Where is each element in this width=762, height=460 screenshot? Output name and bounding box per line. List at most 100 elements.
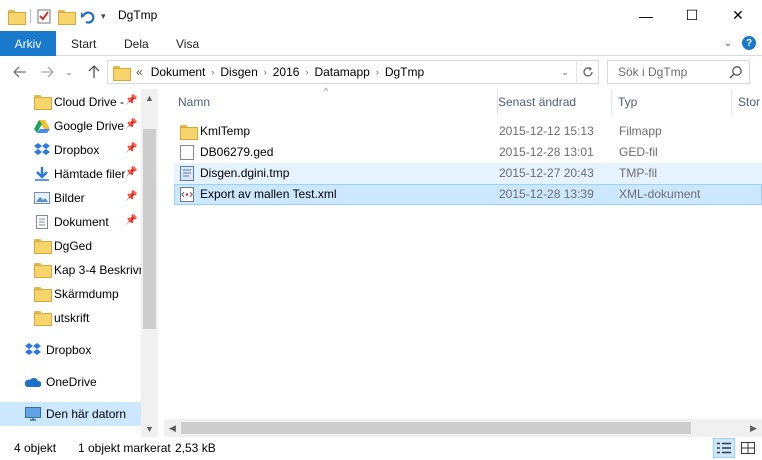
expand-ribbon-icon[interactable]: ⌄ — [721, 36, 735, 50]
table-row[interactable]: KmlTemp 2015-12-12 15:13 Filmapp — [174, 121, 762, 142]
horizontal-scrollbar[interactable]: ◀ ▶ — [164, 419, 762, 437]
breadcrumb-item[interactable]: Disgen — [216, 65, 261, 79]
sidebar-item-label: Skärmdump — [54, 287, 119, 301]
scroll-up-icon[interactable]: ▲ — [141, 89, 158, 106]
file-modified: 2015-12-27 20:43 — [499, 166, 594, 180]
new-folder-icon[interactable] — [58, 9, 76, 25]
breadcrumb-item[interactable]: DgTmp — [381, 65, 428, 79]
table-row[interactable]: DB06279.ged 2015-12-28 13:01 GED-fil — [174, 142, 762, 163]
chevron-right-icon[interactable]: › — [374, 67, 381, 77]
breadcrumb-overflow[interactable]: « — [132, 65, 147, 79]
scrollbar-thumb[interactable] — [181, 422, 691, 434]
sidebar-item-documents[interactable]: Dokument 📌 — [0, 210, 141, 234]
download-icon — [35, 167, 49, 181]
file-type: Filmapp — [619, 124, 662, 138]
sidebar-item-label: Dropbox — [46, 343, 92, 357]
address-dropdown-icon[interactable]: ⌄ — [558, 61, 572, 83]
breadcrumb: « Dokument › Disgen › 2016 › Datamapp › … — [132, 61, 428, 83]
breadcrumb-item[interactable]: Datamapp — [310, 65, 373, 79]
search-icon[interactable] — [729, 65, 743, 79]
file-name: Disgen.dgini.tmp — [200, 166, 290, 180]
help-icon[interactable]: ? — [742, 36, 756, 50]
folder-icon — [34, 95, 52, 110]
breadcrumb-item[interactable]: 2016 — [269, 65, 304, 79]
large-icons-view-icon — [741, 442, 755, 454]
large-icons-view-button[interactable] — [737, 438, 759, 458]
sidebar-item-google-drive[interactable]: Google Drive 📌 — [0, 114, 141, 138]
folder-icon — [34, 287, 52, 302]
column-type[interactable]: Typ — [612, 89, 732, 115]
sidebar-item-kap-3-4[interactable]: Kap 3-4 Beskrivn — [0, 258, 141, 282]
sidebar-item-pictures[interactable]: Bilder 📌 — [0, 186, 141, 210]
column-size[interactable]: Stor — [732, 89, 762, 115]
tab-start[interactable]: Start — [71, 31, 96, 56]
scroll-right-icon[interactable]: ▶ — [745, 419, 762, 437]
xml-file-icon — [180, 187, 194, 202]
sidebar-item-utskrift[interactable]: utskrift — [0, 306, 141, 330]
table-row[interactable]: Export av mallen Test.xml 2015-12-28 13:… — [174, 184, 762, 205]
computer-icon — [25, 407, 41, 421]
details-view-button[interactable] — [713, 438, 735, 458]
minimize-button[interactable]: — — [623, 0, 669, 31]
column-modified[interactable]: Senast ändrad — [492, 89, 612, 115]
chevron-right-icon[interactable]: › — [303, 67, 310, 77]
tab-visa[interactable]: Visa — [176, 31, 199, 56]
scroll-left-icon[interactable]: ◀ — [164, 419, 181, 437]
undo-icon[interactable] — [80, 9, 95, 24]
back-button[interactable] — [10, 63, 30, 81]
chevron-right-icon[interactable]: › — [262, 67, 269, 77]
back-arrow-icon — [13, 66, 26, 78]
pin-icon[interactable]: 📌 — [125, 143, 137, 154]
address-bar[interactable]: « Dokument › Disgen › 2016 › Datamapp › … — [107, 60, 599, 84]
documents-icon — [36, 215, 48, 229]
file-name: Export av mallen Test.xml — [200, 187, 337, 201]
google-drive-icon — [34, 120, 50, 133]
refresh-button[interactable] — [576, 61, 598, 83]
recent-locations-button[interactable]: ⌄ — [62, 63, 76, 81]
window-title: DgTmp — [118, 8, 158, 22]
item-count: 4 objekt — [14, 441, 57, 455]
sidebar-item-label: Google Drive — [54, 119, 125, 133]
pin-icon[interactable]: 📌 — [125, 167, 137, 178]
document-icon — [180, 145, 194, 160]
sidebar-item-dropbox[interactable]: Dropbox 📌 — [0, 138, 141, 162]
pin-icon[interactable]: 📌 — [125, 215, 137, 226]
close-button[interactable]: ✕ — [715, 0, 761, 31]
dropbox-icon — [25, 343, 41, 355]
sidebar-item-label: Bilder — [54, 191, 85, 205]
scroll-down-icon[interactable]: ▼ — [141, 420, 158, 437]
sidebar-item-onedrive[interactable]: OneDrive — [0, 370, 141, 394]
sidebar-scrollbar[interactable]: ▲ ▼ — [141, 89, 158, 437]
tmp-file-icon — [180, 166, 194, 181]
folder-icon — [34, 239, 52, 254]
forward-arrow-icon — [41, 66, 54, 78]
sidebar-item-label: OneDrive — [46, 375, 97, 389]
pin-icon[interactable]: 📌 — [125, 119, 137, 130]
pin-icon[interactable]: 📌 — [125, 95, 137, 106]
chevron-right-icon[interactable]: › — [209, 67, 216, 77]
maximize-button[interactable]: ☐ — [669, 0, 715, 31]
forward-button[interactable] — [37, 63, 57, 81]
file-name: DB06279.ged — [200, 145, 274, 159]
properties-icon[interactable] — [37, 9, 52, 24]
folder-icon — [113, 66, 131, 81]
sidebar-item-cloud-drive[interactable]: Cloud Drive - 📌 — [0, 90, 141, 114]
up-button[interactable] — [84, 63, 104, 81]
sidebar-item-skarmdump[interactable]: Skärmdump — [0, 282, 141, 306]
tab-dela[interactable]: Dela — [124, 31, 149, 56]
sidebar-item-downloads[interactable]: Hämtade filer 📌 — [0, 162, 141, 186]
tab-arkiv[interactable]: Arkiv — [0, 31, 56, 56]
column-name[interactable]: Namn — [172, 89, 498, 115]
pin-icon[interactable]: 📌 — [125, 191, 137, 202]
ribbon: Arkiv Start Dela Visa ⌄ ? — [0, 31, 762, 56]
sidebar-item-dgged[interactable]: DgGed — [0, 234, 141, 258]
customize-toolbar-icon[interactable]: ▾ — [101, 11, 106, 22]
file-type: XML-dokument — [619, 187, 701, 201]
sidebar-item-dropbox-root[interactable]: Dropbox — [0, 338, 141, 362]
breadcrumb-item[interactable]: Dokument — [147, 65, 210, 79]
scrollbar-thumb[interactable] — [143, 129, 156, 329]
sidebar-item-this-pc[interactable]: Den här datorn — [0, 402, 141, 426]
folder-icon — [180, 125, 198, 140]
search-input[interactable] — [608, 61, 726, 83]
table-row[interactable]: Disgen.dgini.tmp 2015-12-27 20:43 TMP-fi… — [174, 163, 762, 184]
